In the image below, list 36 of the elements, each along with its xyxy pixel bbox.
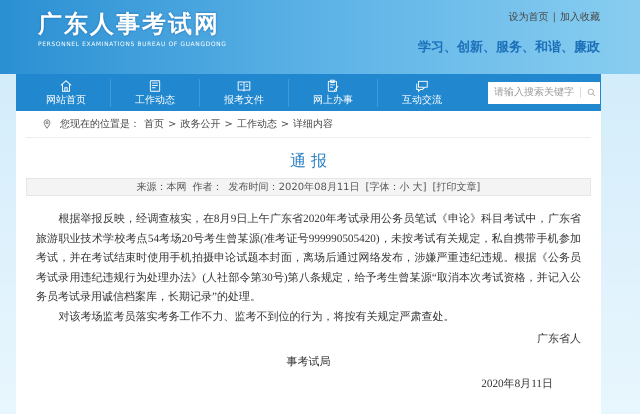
breadcrumb-label: 您现在的位置是： (60, 118, 140, 131)
link-separator: | (552, 12, 556, 24)
top-link[interactable]: 加入收藏 (560, 12, 600, 24)
nav-item[interactable]: 网站首页 (22, 78, 110, 106)
document-icon (148, 78, 162, 92)
article-paragraph: 对该考场监考员落实考务工作不力、监考不到位的行为，将按有关规定严肃查处。 (57, 310, 456, 324)
breadcrumb-separator: > (168, 118, 176, 130)
breadcrumb-separator: > (280, 118, 290, 130)
nav-item[interactable]: 工作动态 (110, 78, 199, 106)
breadcrumb-separator: > (224, 118, 233, 130)
meta-text: 作者： (192, 180, 223, 194)
chat-icon (415, 78, 429, 92)
site-title: 广东人事考试网 (38, 10, 221, 38)
article-date: 2020年8月11日 (480, 377, 554, 392)
signature-text: 广东省人 (536, 332, 581, 347)
book-icon (237, 78, 251, 92)
signature-text: 事考试局 (286, 354, 332, 370)
slogan: 学习、创新、服务、和谐、廉政 (418, 38, 600, 56)
article-paragraph: 根据举报反映，经调查核实，在8月9日上午广东省2020年考试录用公务员笔试《申论》科目考试中，广东省旅游职业技术学校考点54考场20号考生曾某源(准考证号999990505420)，未按考试有关规定，私自携带手机参加考试，并在考试结束时使用手机拍摄申论试题本封面，离场后通过网络发布，涉嫌严重违纪违规。根据《公务员考试录用违纪违规行为处理办法》(人社部令第30号)第八条规定，给予考生曾某源“取消本次考试资格，并记入公务员考试录用诚信档案库，长期记录”的处理。 (36, 212, 581, 305)
meta-text: 发布时间：2020年08月11日 (228, 180, 360, 194)
breadcrumb-link[interactable]: 工作动态 (236, 117, 277, 131)
home-icon (59, 78, 73, 92)
meta-text: [打印文章] (432, 180, 480, 194)
location-pin-icon (42, 118, 52, 130)
meta-text: [字体：小 大] (366, 180, 427, 194)
clipboard-icon (326, 78, 340, 92)
breadcrumb-link[interactable]: 首页 (144, 117, 164, 131)
nav-item[interactable]: 网上办事 (288, 78, 377, 106)
top-link[interactable]: 设为首页 (508, 12, 549, 24)
nav-item[interactable]: 报考文件 (199, 78, 288, 106)
search-icon[interactable] (587, 87, 596, 98)
breadcrumb-current: 详细内容 (293, 118, 334, 131)
meta-text: 来源：本网 (136, 180, 187, 194)
breadcrumb-link[interactable]: 政务公开 (180, 117, 220, 131)
article-title: 通 报 (288, 150, 328, 172)
nav-item[interactable]: 互动交流 (377, 78, 466, 106)
